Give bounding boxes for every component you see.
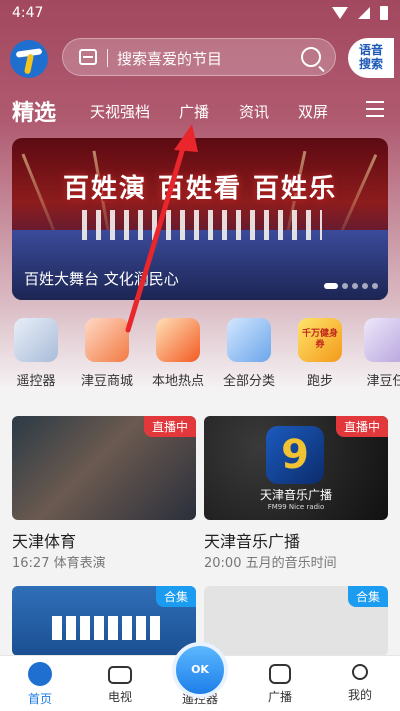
category-jindou-task[interactable]: 津豆任	[356, 318, 400, 389]
content-card[interactable]: 合集	[12, 586, 196, 656]
fitness-coupon-icon: 千万健身券	[298, 318, 342, 362]
voice-search-button[interactable]: 语音 搜索	[348, 38, 394, 78]
banner-caption: 百姓大舞台 文化润民心	[24, 270, 179, 288]
category-all[interactable]: 全部分类	[219, 318, 279, 389]
person-icon	[352, 664, 368, 680]
card-thumbnail: 9 天津音乐广播 FM99 Nice radio 直播中	[204, 416, 388, 520]
playing-cards	[52, 616, 162, 640]
tab-news[interactable]: 资讯	[239, 101, 269, 122]
carousel-dot	[342, 283, 348, 289]
category-run[interactable]: 千万健身券 跑步	[290, 318, 350, 389]
banner-title: 百姓演 百姓看 百姓乐	[62, 174, 338, 204]
search-divider	[107, 49, 108, 67]
cubes-icon	[227, 318, 271, 362]
search-icon[interactable]	[301, 47, 321, 67]
content-card[interactable]: 直播中 天津体育 16:27 体育表演	[12, 416, 196, 572]
card-title: 天津体育	[12, 532, 77, 551]
search-bar[interactable]: 搜索喜爱的节目	[62, 38, 336, 76]
tv-icon	[108, 666, 132, 684]
performers	[82, 210, 322, 240]
voice-search-label-line1: 语音	[358, 43, 383, 57]
tab-radio[interactable]: 广播	[179, 101, 209, 122]
category-label: 全部分类	[222, 374, 275, 389]
home-logo-icon	[28, 662, 52, 686]
category-hot[interactable]: 本地热点	[148, 318, 208, 389]
tab-home[interactable]: 首页	[0, 662, 80, 707]
carousel-dot	[324, 283, 338, 289]
collection-badge: 合集	[347, 586, 388, 607]
battery-icon	[380, 6, 388, 20]
carousel-dot	[362, 283, 368, 289]
flame-icon	[156, 318, 200, 362]
live-badge: 直播中	[143, 416, 196, 437]
signal-icon	[358, 7, 370, 19]
remote-icon	[14, 318, 58, 362]
category-row: 遥控器 津豆商城 本地热点 全部分类 千万健身券 跑步 津豆任	[0, 318, 400, 396]
hero-banner[interactable]: 百姓演 百姓看 百姓乐 百姓大舞台 文化润民心	[12, 138, 388, 300]
menu-icon[interactable]	[366, 101, 384, 103]
tab-label: 电视	[107, 690, 132, 704]
live-badge: 直播中	[335, 416, 388, 437]
wifi-icon	[332, 7, 348, 19]
status-time: 4:47	[12, 5, 44, 21]
category-label: 跑步	[306, 374, 333, 389]
system-icons	[332, 6, 388, 20]
card-thumbnail: 合集	[12, 586, 196, 656]
collection-badge: 合集	[155, 586, 196, 607]
carousel-dot	[372, 283, 378, 289]
category-shop[interactable]: 津豆商城	[77, 318, 137, 389]
tab-label: 广播	[267, 690, 292, 704]
category-label: 遥控器	[16, 374, 56, 389]
voice-search-label-line2: 搜索	[358, 57, 383, 71]
ok-remote-button[interactable]: OK	[172, 642, 228, 698]
content-card[interactable]: 9 天津音乐广播 FM99 Nice radio 直播中 天津音乐广播 20:0…	[204, 416, 388, 572]
card-subtitle: 20:00 五月的音乐时间	[204, 556, 337, 571]
tab-tianshi[interactable]: 天视强档	[90, 101, 150, 122]
card-thumbnail: 直播中	[12, 416, 196, 520]
tab-label: 首页	[27, 692, 52, 706]
content-card[interactable]: 合集	[204, 586, 388, 656]
radio-logo-subtext: FM99 Nice radio	[267, 503, 325, 511]
radio-logo: 9	[266, 426, 324, 484]
shopping-cart-icon	[85, 318, 129, 362]
stage-floor	[12, 230, 388, 300]
radio-icon	[269, 664, 291, 684]
tab-radio-bottom[interactable]: 广播	[240, 662, 320, 705]
task-icon	[364, 318, 400, 362]
tab-featured[interactable]: 精选	[12, 95, 56, 127]
app-logo[interactable]	[10, 40, 48, 78]
carousel-dots	[324, 283, 378, 289]
tab-tv[interactable]: 电视	[80, 662, 160, 705]
category-label: 津豆任	[366, 374, 400, 389]
top-nav: 精选 天视强档 广播 资讯 双屏	[0, 95, 400, 127]
carousel-dot	[352, 283, 358, 289]
category-remote[interactable]: 遥控器	[6, 318, 66, 389]
scan-icon[interactable]	[79, 49, 97, 65]
card-subtitle: 16:27 体育表演	[12, 556, 106, 571]
search-input[interactable]: 搜索喜爱的节目	[117, 48, 222, 69]
tab-dual-screen[interactable]: 双屏	[298, 101, 328, 122]
category-label: 本地热点	[151, 374, 204, 389]
tab-label: 我的	[347, 688, 372, 702]
category-label: 津豆商城	[80, 374, 133, 389]
radio-logo-text: 天津音乐广播	[259, 488, 332, 502]
tab-mine[interactable]: 我的	[320, 662, 400, 703]
card-thumbnail: 合集	[204, 586, 388, 656]
card-title: 天津音乐广播	[204, 532, 301, 551]
status-bar: 4:47	[0, 0, 400, 28]
